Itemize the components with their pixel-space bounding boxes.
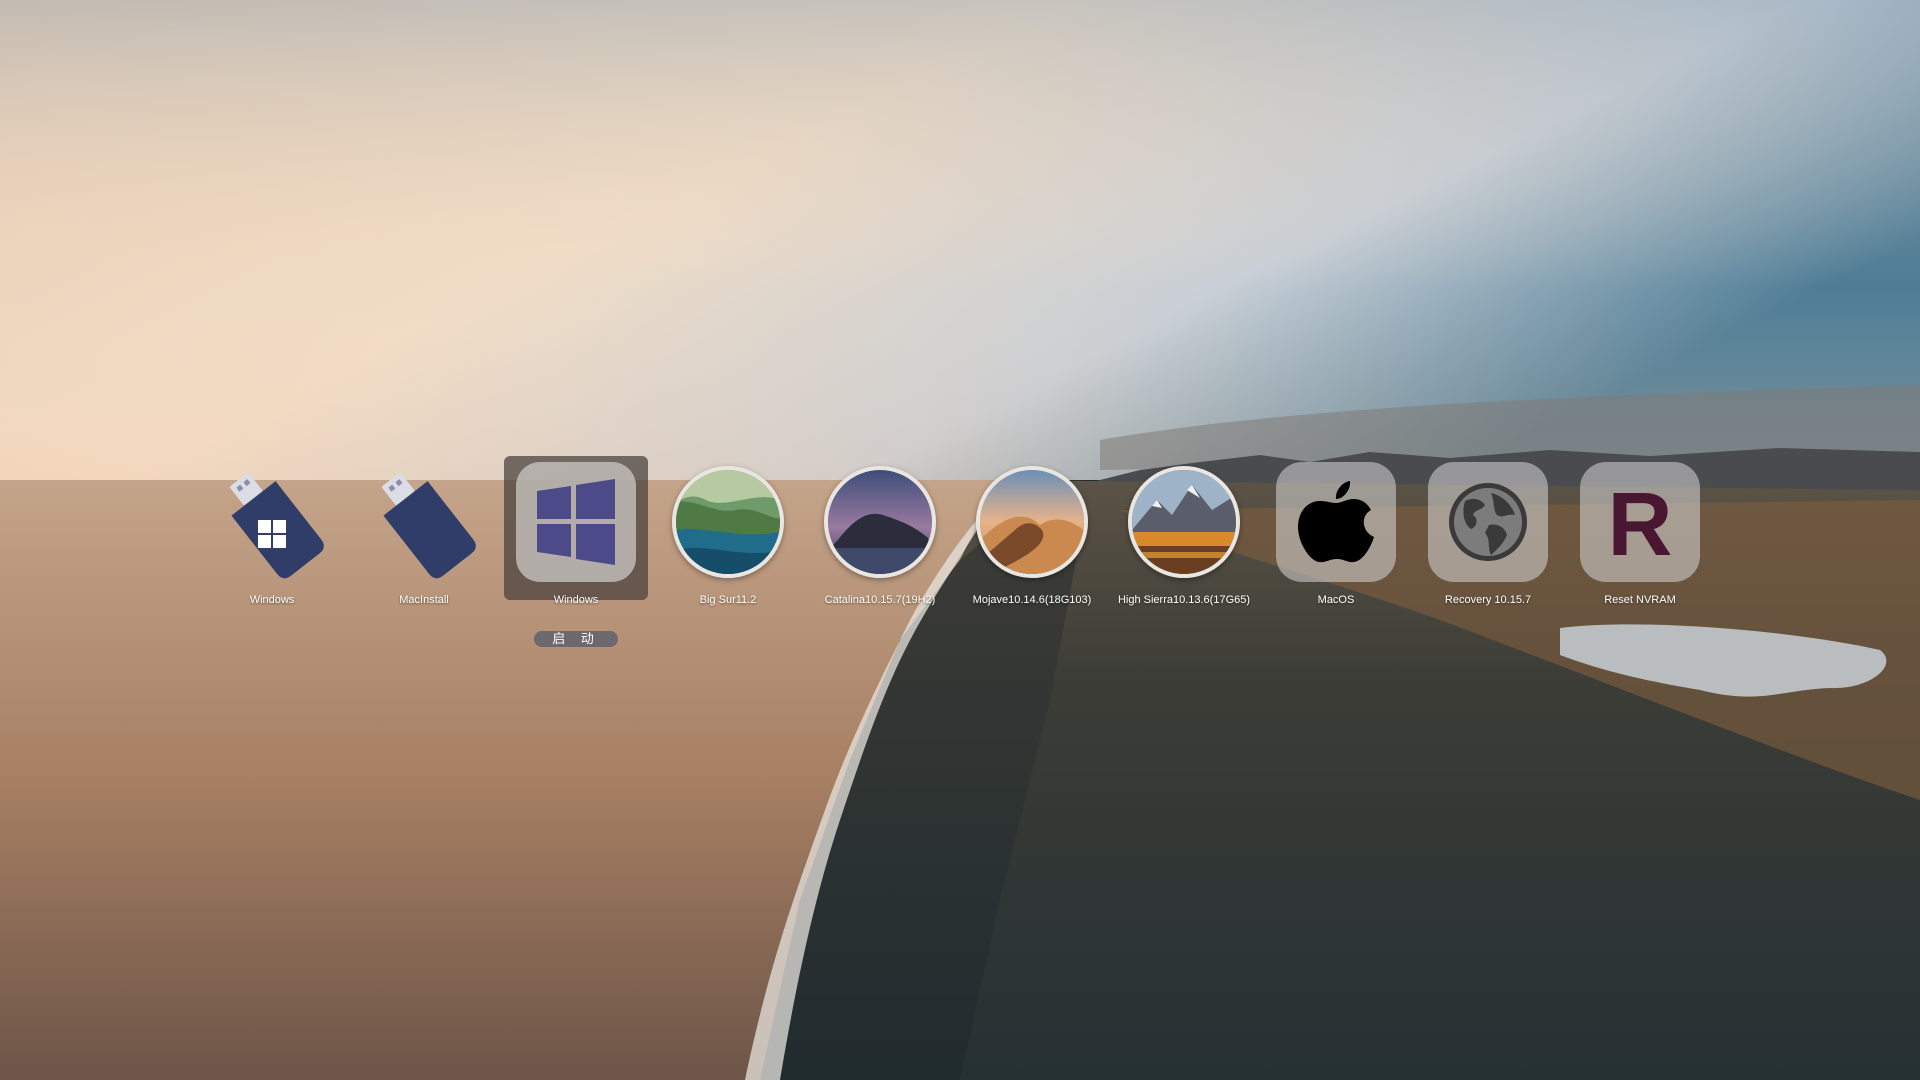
svg-text:R: R (1608, 477, 1673, 567)
boot-entry-label: Big Sur11.2 (699, 594, 757, 606)
boot-button[interactable]: 启 动 (534, 631, 618, 647)
big-sur-disk-icon (672, 466, 784, 578)
boot-entry-label: Reset NVRAM (1604, 594, 1676, 606)
boot-entry-macinstall-usb[interactable]: MacInstall (349, 462, 499, 632)
boot-entry-macos[interactable]: MacOS (1261, 462, 1411, 632)
boot-entry-reset-nvram[interactable]: R Reset NVRAM (1565, 462, 1715, 632)
boot-entry-label: Recovery 10.15.7 (1444, 594, 1532, 606)
boot-entry-windows-usb[interactable]: Windows (197, 462, 347, 632)
boot-entry-label: High Sierra10.13.6(17G65) (1117, 594, 1251, 606)
boot-picker: Windows MacInstall Windows Big Sur11.2 C… (0, 0, 1920, 1080)
windows-logo-icon (537, 479, 615, 565)
boot-entry-label: Mojave10.14.6(18G103) (972, 594, 1092, 606)
apple-logo-icon (1298, 481, 1374, 563)
usb-drive-icon (382, 472, 476, 579)
boot-entry-mojave[interactable]: Mojave10.14.6(18G103) (957, 462, 1107, 632)
boot-entry-label: Windows (249, 594, 295, 606)
boot-entry-recovery[interactable]: Recovery 10.15.7 (1413, 462, 1563, 632)
boot-entry-windows-selected[interactable]: Windows (501, 462, 651, 632)
catalina-disk-icon (824, 466, 936, 578)
mojave-disk-icon (976, 466, 1088, 578)
boot-entry-label: MacOS (1317, 594, 1355, 606)
boot-entry-label: Windows (553, 594, 599, 606)
boot-entry-label: MacInstall (399, 594, 449, 606)
reset-nvram-r-icon: R (1608, 477, 1673, 567)
recovery-globe-icon (1449, 483, 1527, 561)
boot-entry-label: Catalina10.15.7(19H2) (824, 594, 936, 606)
boot-entry-big-sur[interactable]: Big Sur11.2 (653, 462, 803, 632)
boot-entry-high-sierra[interactable]: High Sierra10.13.6(17G65) (1109, 462, 1259, 632)
high-sierra-disk-icon (1128, 466, 1240, 578)
usb-windows-icon (230, 472, 324, 579)
boot-entry-catalina[interactable]: Catalina10.15.7(19H2) (805, 462, 955, 632)
